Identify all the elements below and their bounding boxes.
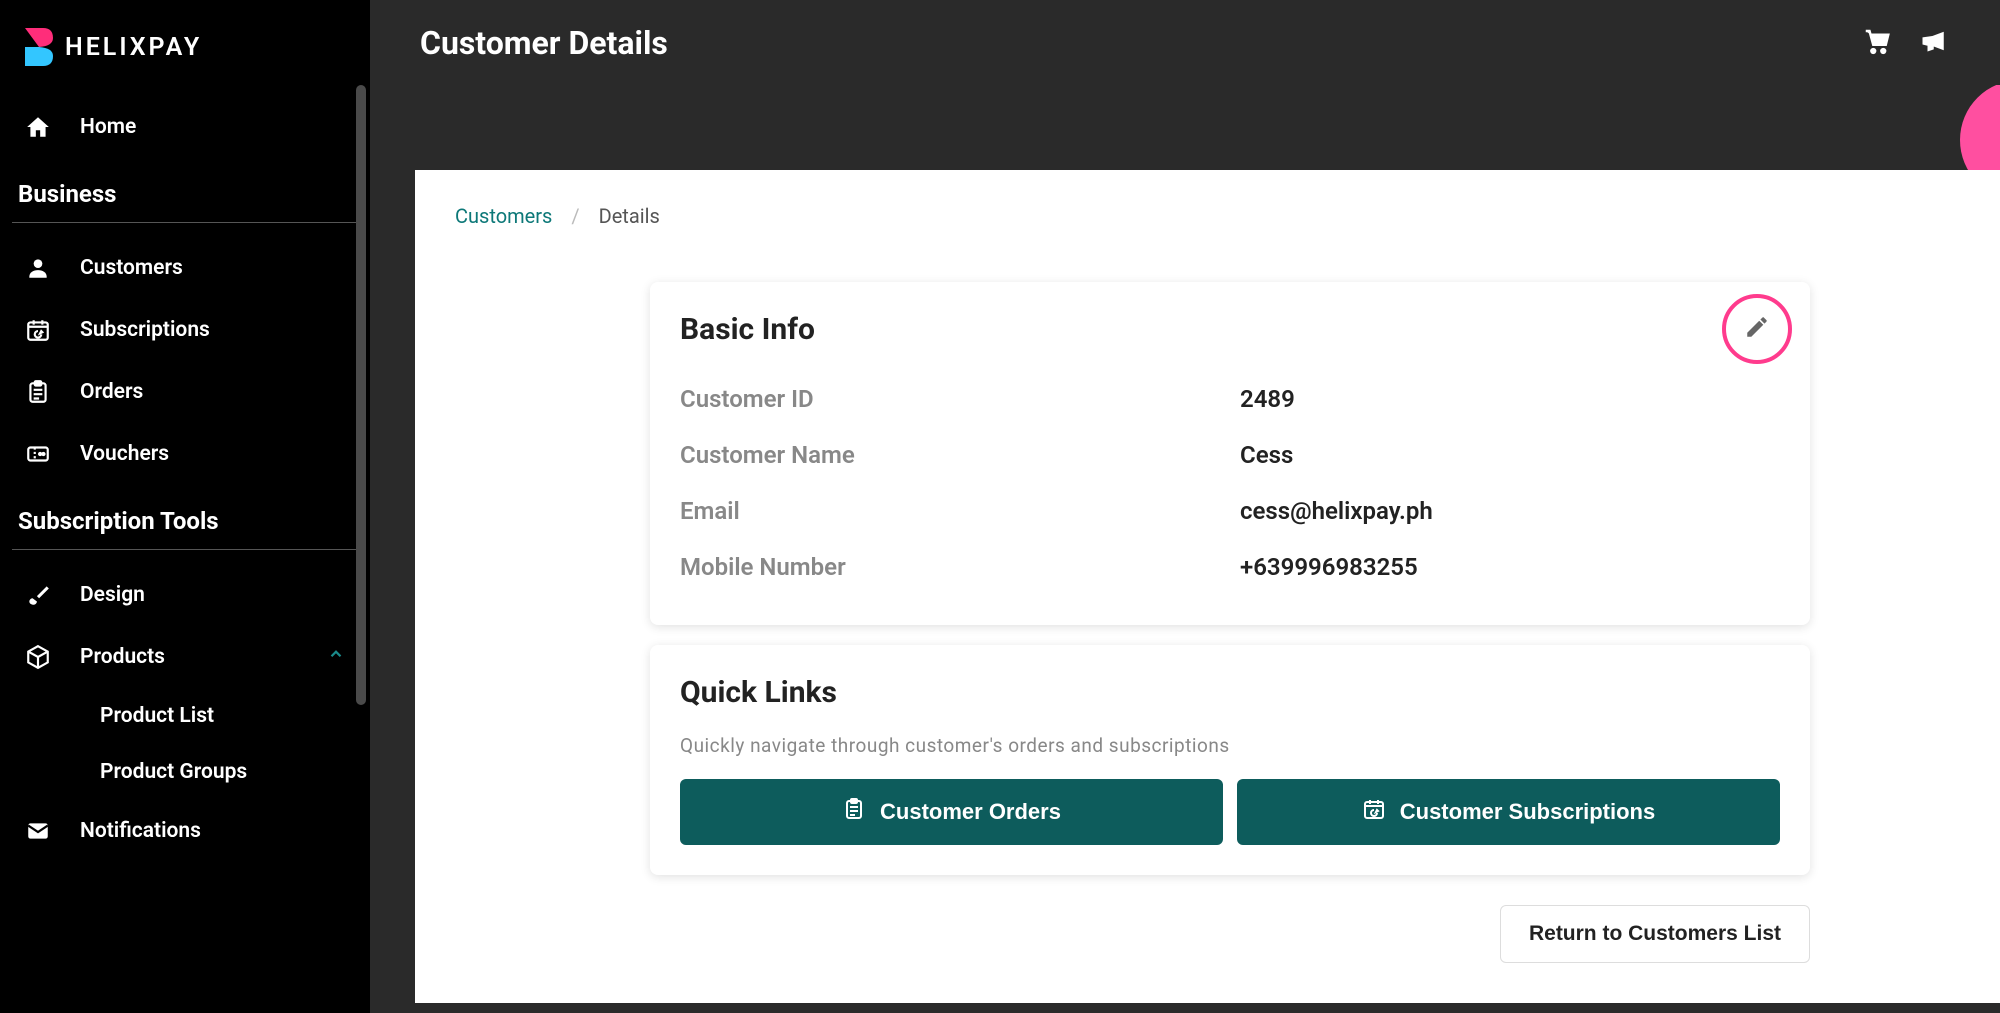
mail-icon <box>25 818 80 844</box>
sidebar-item-label: Product List <box>100 704 214 728</box>
info-label: Customer Name <box>680 441 1240 469</box>
chevron-up-icon <box>327 645 345 669</box>
info-value: Cess <box>1240 441 1293 469</box>
sidebar-item-products[interactable]: Products <box>0 626 370 688</box>
calendar-refresh-icon <box>25 317 80 343</box>
breadcrumb-parent[interactable]: Customers <box>455 204 552 228</box>
breadcrumb-separator: / <box>571 204 579 228</box>
sidebar-item-label: Home <box>80 115 136 139</box>
sidebar-item-home[interactable]: Home <box>0 96 370 158</box>
topbar: Customer Details <box>370 0 2000 85</box>
sidebar-item-label: Vouchers <box>80 442 169 466</box>
button-label: Return to Customers List <box>1529 922 1781 945</box>
info-value: +639996983255 <box>1240 553 1418 581</box>
calendar-refresh-icon <box>1362 797 1386 827</box>
scrollbar[interactable] <box>356 85 366 705</box>
button-label: Customer Subscriptions <box>1400 799 1655 825</box>
sidebar-item-notifications[interactable]: Notifications <box>0 800 370 862</box>
sidebar-item-vouchers[interactable]: Vouchers <box>0 423 370 485</box>
sidebar-item-label: Product Groups <box>100 760 247 784</box>
sidebar-item-orders[interactable]: Orders <box>0 361 370 423</box>
sidebar-item-label: Design <box>80 583 145 607</box>
sidebar-item-label: Products <box>80 645 165 669</box>
info-label: Customer ID <box>680 385 1240 413</box>
sidebar-item-design[interactable]: Design <box>0 564 370 626</box>
clipboard-icon <box>842 797 866 827</box>
sidebar-item-customers[interactable]: Customers <box>0 237 370 299</box>
return-row: Return to Customers List <box>650 905 1810 963</box>
breadcrumb-current: Details <box>599 204 660 228</box>
sidebar-item-label: Subscriptions <box>80 318 210 342</box>
edit-button[interactable] <box>1722 294 1792 364</box>
sidebar-item-subscriptions[interactable]: Subscriptions <box>0 299 370 361</box>
brush-icon <box>25 582 80 608</box>
ticket-icon <box>25 441 80 467</box>
person-icon <box>25 255 80 281</box>
sidebar-section-tools: Subscription Tools <box>0 485 370 545</box>
sidebar-sub-product-list[interactable]: Product List <box>0 688 370 744</box>
sidebar-item-label: Customers <box>80 256 183 280</box>
customer-subscriptions-button[interactable]: Customer Subscriptions <box>1237 779 1780 845</box>
pencil-icon <box>1744 314 1770 344</box>
button-label: Customer Orders <box>880 799 1061 825</box>
logo-text: HELIXPAY <box>65 33 202 62</box>
cart-icon[interactable] <box>1862 26 1892 60</box>
info-row-id: Customer ID 2489 <box>680 371 1780 427</box>
sidebar: HELIXPAY Home Business Customers Subscri… <box>0 0 370 1013</box>
breadcrumb: Customers / Details <box>415 170 2000 262</box>
info-value: 2489 <box>1240 385 1295 413</box>
main: Customer Details Customers / Details Bas… <box>370 0 2000 1013</box>
basic-info-card: Basic Info Customer ID 2489 Customer Nam… <box>650 282 1810 625</box>
card-title: Basic Info <box>680 312 1780 347</box>
quick-links-card: Quick Links Quickly navigate through cus… <box>650 645 1810 875</box>
info-row-name: Customer Name Cess <box>680 427 1780 483</box>
info-label: Mobile Number <box>680 553 1240 581</box>
clipboard-icon <box>25 379 80 405</box>
divider <box>12 549 358 550</box>
return-button[interactable]: Return to Customers List <box>1500 905 1810 963</box>
sidebar-section-business: Business <box>0 158 370 218</box>
box-icon <box>25 644 80 670</box>
card-subtitle: Quickly navigate through customer's orde… <box>680 734 1780 757</box>
sidebar-item-label: Notifications <box>80 819 201 843</box>
logo-icon <box>25 28 53 66</box>
info-row-mobile: Mobile Number +639996983255 <box>680 539 1780 595</box>
customer-orders-button[interactable]: Customer Orders <box>680 779 1223 845</box>
content-area: Customers / Details Basic Info Customer … <box>415 170 2000 1003</box>
megaphone-icon[interactable] <box>1920 26 1950 60</box>
page-title: Customer Details <box>420 24 668 62</box>
info-row-email: Email cess@helixpay.ph <box>680 483 1780 539</box>
home-icon <box>25 114 80 140</box>
card-title: Quick Links <box>680 675 1780 710</box>
sidebar-sub-product-groups[interactable]: Product Groups <box>0 744 370 800</box>
logo[interactable]: HELIXPAY <box>0 18 370 96</box>
info-label: Email <box>680 497 1240 525</box>
divider <box>12 222 358 223</box>
info-value: cess@helixpay.ph <box>1240 497 1433 525</box>
sidebar-item-label: Orders <box>80 380 143 404</box>
